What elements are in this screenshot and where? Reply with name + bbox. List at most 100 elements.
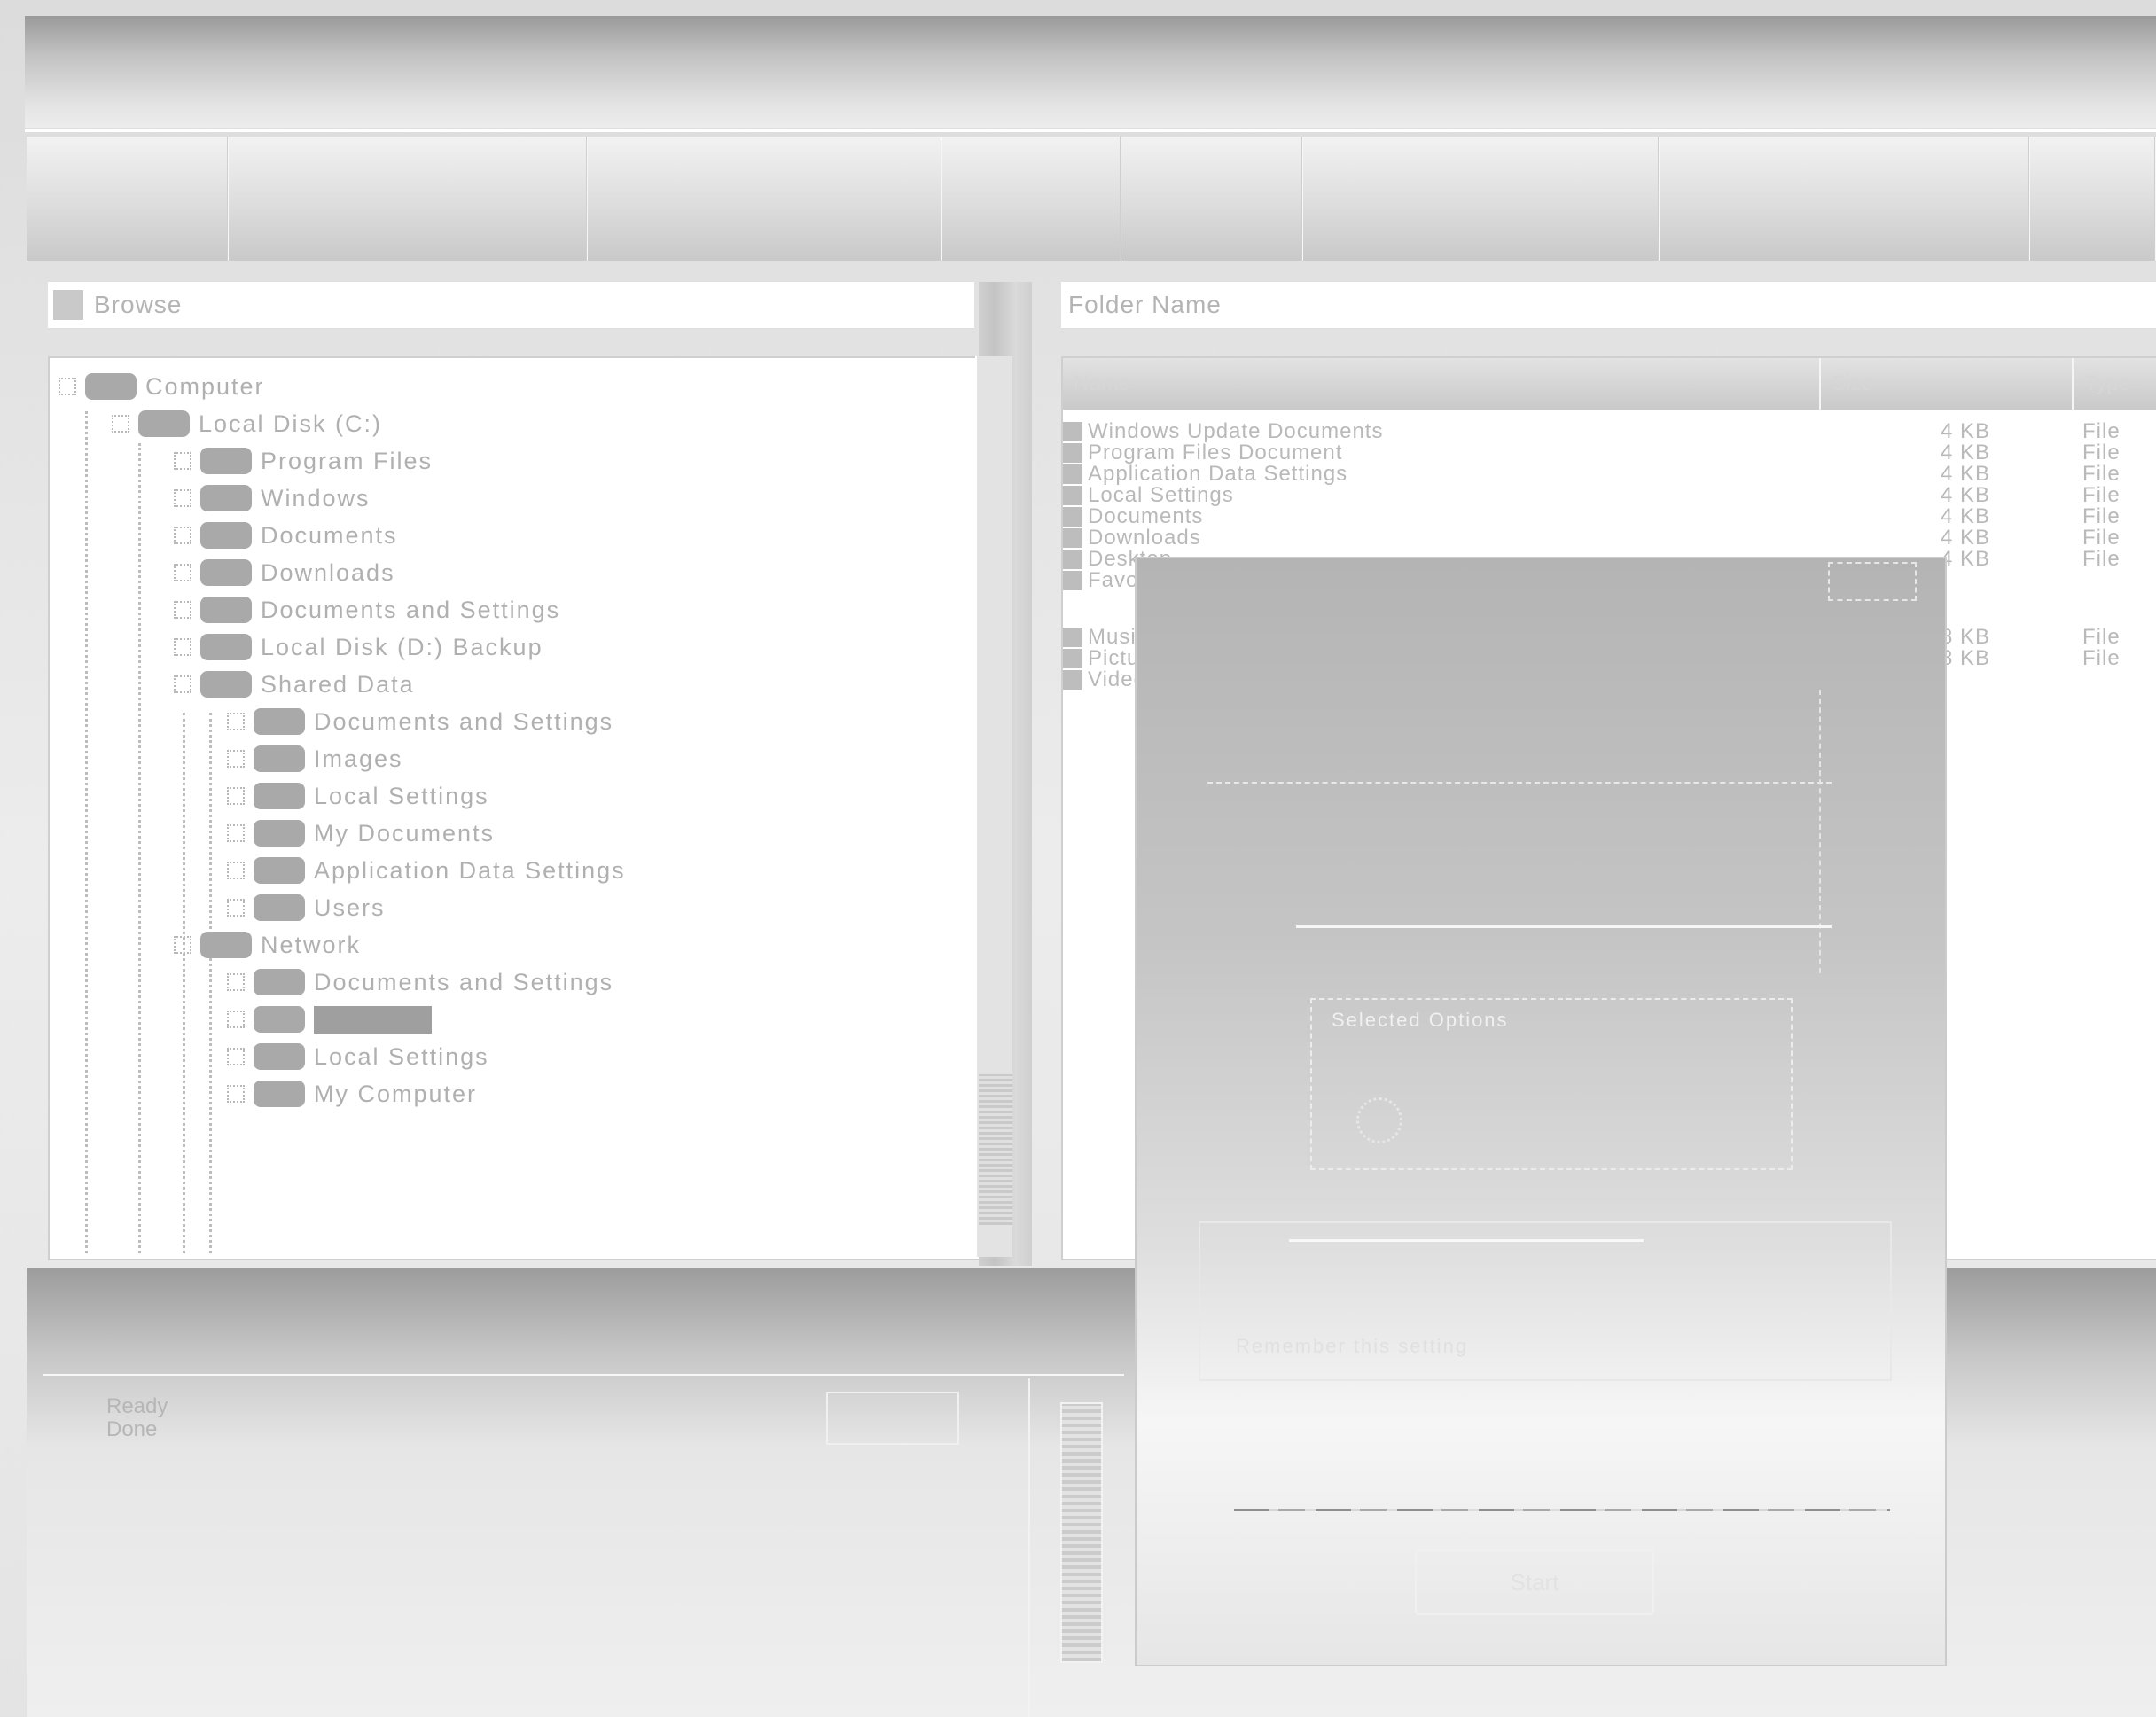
tree-item[interactable]: Documents and Settings <box>174 594 560 626</box>
tree-item[interactable]: Local Disk (D:) Backup <box>174 631 543 663</box>
list-item[interactable]: Documents 4 KB File <box>1063 504 2156 528</box>
expand-toggle-icon[interactable] <box>174 564 191 581</box>
tree-item[interactable]: Users <box>227 892 386 924</box>
tree-item-label: Documents and Settings <box>261 596 561 623</box>
expand-toggle-icon[interactable] <box>174 936 191 954</box>
tree-item[interactable]: Windows <box>174 482 371 514</box>
tree-item[interactable]: Documents and Settings <box>227 966 613 998</box>
folder-icon <box>53 290 83 320</box>
expand-toggle-icon[interactable] <box>227 713 245 730</box>
expand-toggle-icon[interactable] <box>227 750 245 768</box>
folder-icon <box>254 708 305 735</box>
list-item-size: 4 KB <box>1941 547 1991 571</box>
folder-icon <box>254 1043 305 1070</box>
left-pane-title: Browse <box>94 291 183 318</box>
tree-item-label: Images <box>314 745 403 772</box>
tree-item[interactable] <box>227 1003 433 1035</box>
toolbar-button-6[interactable] <box>1303 137 1660 261</box>
expand-toggle-icon[interactable] <box>227 1011 245 1028</box>
folder-icon <box>254 1006 305 1033</box>
lower-scrollbar[interactable] <box>1060 1402 1103 1663</box>
file-icon <box>1063 528 1082 548</box>
expand-toggle-icon[interactable] <box>174 601 191 619</box>
secondary-button[interactable] <box>826 1392 959 1445</box>
column-header-name[interactable]: Name <box>1063 358 1821 410</box>
dialog-close-button[interactable] <box>1828 562 1917 601</box>
tree-item[interactable]: Local Settings <box>227 1041 489 1073</box>
tree-item[interactable]: My Computer <box>227 1078 477 1110</box>
expand-toggle-icon[interactable] <box>59 378 76 395</box>
expand-toggle-icon[interactable] <box>227 973 245 991</box>
column-header-size[interactable]: Size <box>1821 358 2074 410</box>
expand-toggle-icon[interactable] <box>174 675 191 693</box>
tree-scrollbar-thumb[interactable] <box>979 1074 1012 1225</box>
expand-toggle-icon[interactable] <box>174 452 191 470</box>
dialog-option-group: Selected Options <box>1310 998 1793 1170</box>
dialog-field[interactable] <box>1296 897 1832 928</box>
file-icon <box>1063 464 1082 484</box>
tree-item[interactable]: Application Data Settings <box>227 855 626 886</box>
tree-guide-line <box>183 713 185 1253</box>
tree-item-label: Windows <box>261 484 371 511</box>
list-item[interactable]: Downloads 4 KB File <box>1063 526 2156 550</box>
folder-icon <box>200 522 252 549</box>
tree-item[interactable]: Local Settings <box>227 780 489 812</box>
folder-icon <box>138 410 190 437</box>
tree-item-label: Local Settings <box>314 1042 489 1070</box>
toolbar-button-1[interactable] <box>27 137 229 261</box>
tree-item[interactable]: Downloads <box>174 557 395 589</box>
left-pane-header: Browse <box>48 282 974 330</box>
folder-icon <box>254 857 305 884</box>
toolbar-button-4[interactable] <box>942 137 1121 261</box>
tree-item[interactable]: Shared Data <box>174 668 415 700</box>
expand-toggle-icon[interactable] <box>174 489 191 507</box>
tree-item[interactable]: Program Files <box>174 445 433 477</box>
dialog-start-button[interactable]: Start <box>1415 1549 1654 1615</box>
folder-icon <box>85 373 137 400</box>
tree-item[interactable]: My Documents <box>227 817 495 849</box>
dialog: Selected Options Remember this setting S… <box>1135 557 1947 1666</box>
folder-icon <box>254 820 305 847</box>
titlebar-divider <box>25 129 2156 132</box>
dialog-scrollbar[interactable] <box>1819 690 1856 973</box>
tree-item-label <box>314 1005 433 1034</box>
status-divider <box>43 1374 1124 1376</box>
file-icon <box>1063 670 1082 690</box>
dialog-checkbox-label[interactable]: Remember this setting <box>1236 1335 1468 1358</box>
expand-toggle-icon[interactable] <box>174 638 191 656</box>
expand-toggle-icon[interactable] <box>227 899 245 917</box>
toolbar-button-5[interactable] <box>1121 137 1303 261</box>
toolbar-button-3[interactable] <box>588 137 942 261</box>
expand-toggle-icon[interactable] <box>227 862 245 879</box>
tree-item[interactable]: Computer <box>59 371 265 402</box>
folder-tree[interactable]: Computer Local Disk (C:) Program Files Wind… <box>48 356 980 1260</box>
tree-item[interactable]: Documents and Settings <box>227 706 613 738</box>
expand-toggle-icon[interactable] <box>227 787 245 805</box>
tree-item[interactable]: Local Disk (C:) <box>112 408 382 440</box>
dialog-field[interactable] <box>1207 753 1832 784</box>
column-header-type[interactable]: Type <box>2074 358 2156 410</box>
folder-icon <box>254 783 305 809</box>
expand-toggle-icon[interactable] <box>227 824 245 842</box>
list-item-size: 8 KB <box>1941 646 1991 670</box>
tree-item-label: My Documents <box>314 819 496 847</box>
toolbar-button-8[interactable] <box>2030 137 2156 261</box>
expand-toggle-icon[interactable] <box>174 527 191 544</box>
expand-toggle-icon[interactable] <box>112 415 129 433</box>
expand-toggle-icon[interactable] <box>227 1085 245 1103</box>
tree-item[interactable]: Documents <box>174 519 398 551</box>
toolbar-button-2[interactable] <box>229 137 588 261</box>
dialog-options-input[interactable] <box>1289 1239 1644 1242</box>
dialog-group-label: Selected Options <box>1332 1009 1509 1031</box>
toolbar-button-7[interactable] <box>1660 137 2030 261</box>
tree-item[interactable]: Images <box>227 743 403 775</box>
file-icon <box>1063 550 1082 569</box>
right-pane-header: Folder Name <box>1061 282 2156 330</box>
file-icon <box>1063 507 1082 527</box>
tree-item[interactable]: Network <box>174 929 361 961</box>
expand-toggle-icon[interactable] <box>227 1048 245 1065</box>
tree-item-label: Users <box>314 894 386 921</box>
dialog-radio[interactable] <box>1356 1097 1402 1143</box>
list-item[interactable]: Local Settings 4 KB File <box>1063 483 2156 507</box>
tree-item-label: Documents <box>261 521 398 549</box>
